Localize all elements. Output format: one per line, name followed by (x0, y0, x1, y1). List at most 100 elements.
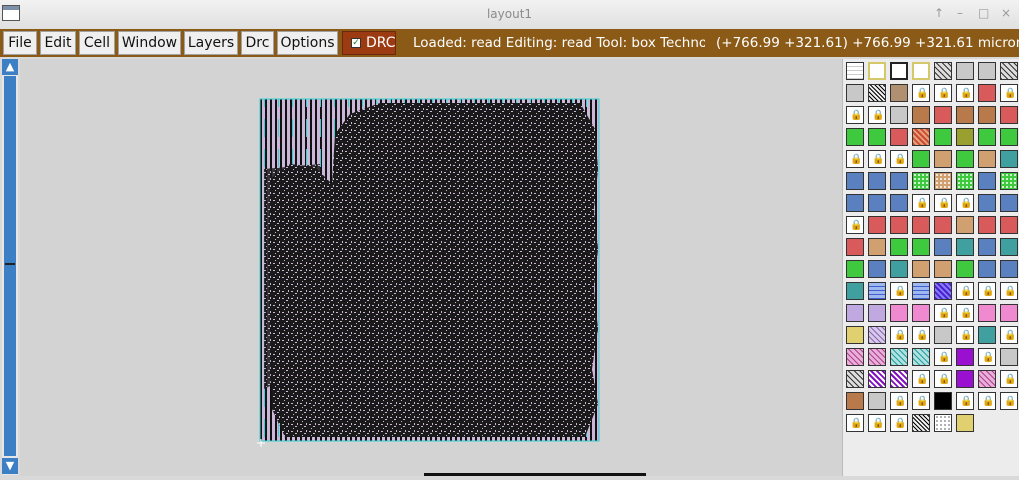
layer-swatch-lock[interactable]: 🔒 (890, 150, 908, 168)
layer-swatch-hatch-cyan[interactable] (912, 348, 930, 366)
layer-swatch-cross-blue[interactable] (978, 172, 996, 190)
layer-swatch-lock[interactable]: 🔒 (1000, 392, 1018, 410)
layer-swatch-cross-blue[interactable] (868, 194, 886, 212)
layer-swatch-green[interactable] (912, 150, 930, 168)
layer-swatch-hatch-gray[interactable] (934, 62, 952, 80)
raise-window-icon[interactable]: ↑ (934, 6, 944, 20)
layer-swatch-olive[interactable] (956, 128, 974, 146)
layer-swatch-pink[interactable] (978, 304, 996, 322)
layer-swatch-green[interactable] (868, 128, 886, 146)
layer-swatch-wave-blue[interactable] (868, 282, 886, 300)
menu-edit[interactable]: Edit (40, 31, 76, 55)
layer-swatch-green[interactable] (912, 238, 930, 256)
layer-swatch-green[interactable] (956, 260, 974, 278)
layer-swatch-cross-blue[interactable] (978, 238, 996, 256)
layer-swatch-lock[interactable]: 🔒 (956, 326, 974, 344)
layer-swatch-lock[interactable]: 🔒 (890, 282, 908, 300)
scroll-up-icon[interactable]: ▲ (2, 59, 18, 75)
layer-swatch-cross-blue[interactable] (846, 194, 864, 212)
menu-options[interactable]: Options (277, 31, 338, 55)
minimize-window-icon[interactable]: – (957, 6, 963, 20)
layer-swatch-dots-gray[interactable] (934, 414, 952, 432)
layer-swatch-yellow-outline[interactable] (912, 62, 930, 80)
layer-swatch-lock[interactable]: 🔒 (890, 392, 908, 410)
layer-swatch-dots-green[interactable] (1000, 172, 1018, 190)
layer-swatch-lock[interactable]: 🔒 (868, 414, 886, 432)
layer-swatch-lock[interactable]: 🔒 (868, 150, 886, 168)
layer-swatch-cross-cyan[interactable] (978, 326, 996, 344)
layer-swatch-lock[interactable]: 🔒 (934, 370, 952, 388)
menu-layers[interactable]: Layers (184, 31, 238, 55)
layer-swatch-lock[interactable]: 🔒 (868, 106, 886, 124)
layer-swatch-dots-green[interactable] (912, 172, 930, 190)
layer-swatch-lock[interactable]: 🔒 (890, 326, 908, 344)
layer-swatch-cross-cyan[interactable] (956, 238, 974, 256)
layer-swatch-lock[interactable]: 🔒 (956, 282, 974, 300)
layer-swatch-lock[interactable]: 🔒 (956, 194, 974, 212)
layer-swatch-red[interactable] (846, 238, 864, 256)
layer-swatch-lock[interactable]: 🔒 (934, 84, 952, 102)
layer-swatch-lock[interactable]: 🔒 (956, 84, 974, 102)
layer-swatch-green[interactable] (890, 238, 908, 256)
maximize-window-icon[interactable]: □ (978, 6, 989, 20)
layer-swatch-cross-blue[interactable] (978, 194, 996, 212)
layer-swatch-hatch-pink[interactable] (978, 370, 996, 388)
layer-swatch-hatch-pink[interactable] (846, 348, 864, 366)
layer-swatch-lock[interactable]: 🔒 (978, 392, 996, 410)
layer-swatch-cross-cyan[interactable] (846, 282, 864, 300)
layer-swatch-hatch-purple[interactable] (868, 370, 886, 388)
layer-swatch-pink[interactable] (1000, 304, 1018, 322)
layer-swatch-cross-blue[interactable] (890, 172, 908, 190)
layer-swatch-hatch-pink[interactable] (868, 348, 886, 366)
layer-swatch-lavender[interactable] (846, 304, 864, 322)
layer-swatch-green[interactable] (846, 260, 864, 278)
layer-swatch-lock[interactable]: 🔒 (846, 414, 864, 432)
layer-swatch-red[interactable] (934, 216, 952, 234)
scroll-thumb[interactable] (5, 263, 15, 265)
layer-swatch-lock[interactable]: 🔒 (1000, 84, 1018, 102)
layer-swatch-tan[interactable] (934, 260, 952, 278)
layer-swatch-red[interactable] (978, 216, 996, 234)
drc-checkbox[interactable]: ✓ (351, 38, 361, 48)
layer-swatch-red-hatch[interactable] (912, 128, 930, 146)
layer-swatch-red[interactable] (868, 216, 886, 234)
layer-swatch-lock[interactable]: 🔒 (934, 348, 952, 366)
layer-swatch-lock[interactable]: 🔒 (978, 348, 996, 366)
layer-swatch-red[interactable] (934, 106, 952, 124)
layer-swatch-lock[interactable]: 🔒 (1000, 326, 1018, 344)
layer-swatch-yellow[interactable] (956, 414, 974, 432)
layer-swatch-dots-tan[interactable] (934, 172, 952, 190)
layer-swatch-hatch-cyan[interactable] (890, 348, 908, 366)
layer-swatch-lock[interactable]: 🔒 (890, 414, 908, 432)
layer-swatch-cross-blue[interactable] (846, 172, 864, 190)
close-window-icon[interactable]: × (1001, 6, 1011, 20)
layer-swatch-brown[interactable] (978, 106, 996, 124)
layer-swatch-lavender[interactable] (868, 304, 886, 322)
layer-swatch-cross-blue[interactable] (890, 194, 908, 212)
layer-swatch-cross-blue[interactable] (1000, 260, 1018, 278)
layer-swatch-lock[interactable]: 🔒 (956, 304, 974, 322)
layer-swatch-gray[interactable] (1000, 348, 1018, 366)
layer-swatch-gray[interactable] (956, 62, 974, 80)
menu-window[interactable]: Window (118, 31, 181, 55)
layer-swatch-purple[interactable] (956, 370, 974, 388)
scroll-track[interactable] (4, 76, 16, 456)
layer-swatch-red[interactable] (1000, 106, 1018, 124)
layer-swatch-cross-blue[interactable] (868, 260, 886, 278)
layout-drawing[interactable] (20, 59, 842, 476)
layer-swatch-cross-blue[interactable] (868, 172, 886, 190)
layer-swatch-yellow[interactable] (846, 326, 864, 344)
layer-swatch-cross-blue[interactable] (1000, 194, 1018, 212)
layer-swatch-lock[interactable]: 🔒 (912, 326, 930, 344)
layer-swatch-red[interactable] (978, 84, 996, 102)
layer-swatch-brown[interactable] (846, 392, 864, 410)
layer-swatch-lock[interactable]: 🔒 (912, 370, 930, 388)
menu-cell[interactable]: Cell (79, 31, 115, 55)
layer-swatch-hatch-purple[interactable] (890, 370, 908, 388)
layer-swatch-grid[interactable] (846, 62, 864, 80)
menu-drc[interactable]: Drc (241, 31, 274, 55)
layer-swatch-gray[interactable] (890, 106, 908, 124)
layer-swatch-cross-cyan[interactable] (1000, 150, 1018, 168)
layer-swatch-black[interactable] (934, 392, 952, 410)
layer-swatch-hatch-gray[interactable] (846, 370, 864, 388)
